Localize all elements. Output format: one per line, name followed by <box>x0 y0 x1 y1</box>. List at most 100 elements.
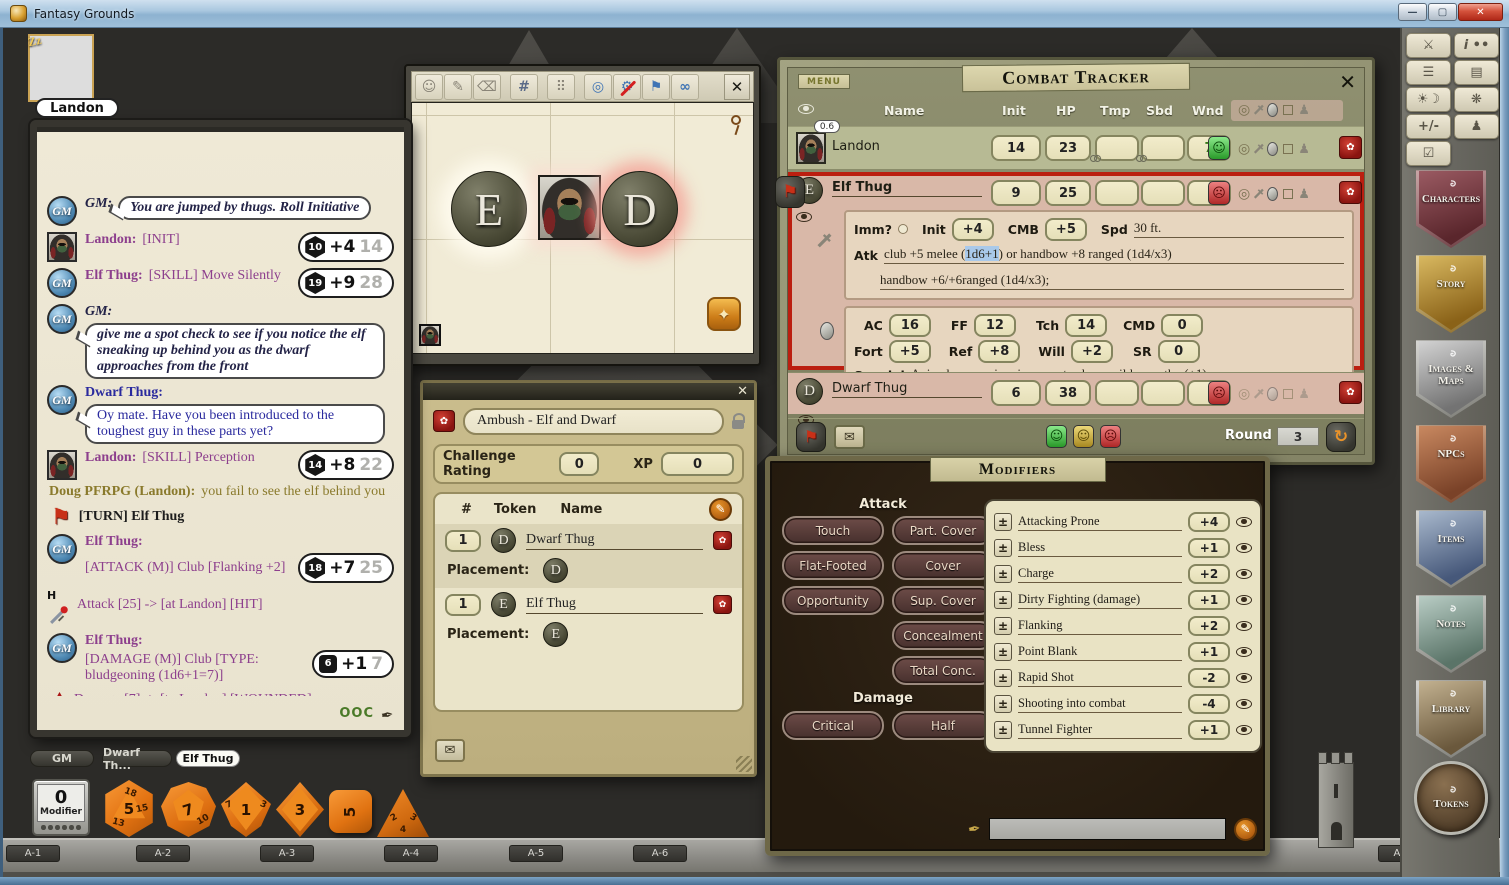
space-icon[interactable] <box>1283 105 1293 115</box>
modifier-name[interactable]: Bless <box>1018 540 1182 557</box>
dice-tower[interactable] <box>1312 748 1360 848</box>
sr-field[interactable]: 0 <box>1158 340 1200 363</box>
modifier-button-concealment[interactable]: Concealment <box>892 621 994 650</box>
friendly-filter-icon[interactable]: ☺ <box>1046 425 1067 448</box>
modifier-value-field[interactable]: -2 <box>1188 668 1230 688</box>
sidebar-button-items[interactable]: Items <box>1416 508 1486 588</box>
space-icon[interactable] <box>1283 189 1293 199</box>
npc-name-field[interactable]: Dwarf Thug <box>526 532 703 550</box>
disable-gear-icon[interactable]: ⚙ <box>613 74 641 100</box>
character-walk-icon[interactable]: ♟ <box>1454 114 1499 139</box>
dwarf-map-token[interactable]: D <box>602 171 678 247</box>
modifier-button-touch[interactable]: Touch <box>782 516 884 545</box>
d10-die[interactable]: 1 7 3 <box>221 782 271 837</box>
npc-link-button[interactable]: ✿ <box>713 595 732 614</box>
targeting-icon[interactable]: ◎ <box>1238 387 1250 401</box>
placement-token[interactable]: D <box>543 558 568 583</box>
modifiers-plus-minus-icon[interactable]: +/- <box>1406 114 1451 139</box>
map-pin-icon[interactable] <box>731 115 741 125</box>
fort-field[interactable]: +5 <box>889 340 931 363</box>
mask-pointer-icon[interactable]: ☺ <box>415 74 443 100</box>
hotkey-slot[interactable]: A-5 <box>509 845 563 862</box>
menu-button[interactable]: MENU <box>798 74 850 89</box>
challenge-rating-field[interactable]: 0 <box>559 452 599 476</box>
sidebar-button-tokens[interactable]: Tokens <box>1414 761 1488 835</box>
map-corner-portrait[interactable] <box>419 324 441 346</box>
hotkey-slot[interactable]: A-3 <box>260 845 314 862</box>
modifier-button-partial-cover[interactable]: Part. Cover <box>892 516 994 545</box>
visibility-toggle[interactable] <box>1236 569 1252 579</box>
attack-icon[interactable]: † <box>1251 103 1266 118</box>
lighting-icon[interactable]: ☀☽ <box>1406 87 1451 112</box>
d4-die[interactable]: 2 3 4 <box>377 789 429 837</box>
cmb-field[interactable]: +5 <box>1045 218 1087 241</box>
npc-link-button[interactable]: ✿ <box>1339 181 1362 204</box>
visibility-toggle[interactable] <box>1236 517 1252 527</box>
tch-field[interactable]: 14 <box>1065 314 1107 337</box>
plus-minus-icon[interactable]: ± <box>994 565 1012 583</box>
character-portrait[interactable]: Zz <box>28 34 94 102</box>
edit-modifiers-button[interactable]: ✎ <box>1234 818 1257 841</box>
attack-line-field[interactable]: club +5 melee (1d6+1) or handbow +8 rang… <box>884 246 1344 264</box>
sidebar-button-story[interactable]: Story <box>1416 253 1486 333</box>
attack-icon[interactable]: † <box>1251 187 1266 202</box>
plus-minus-icon[interactable]: ± <box>994 695 1012 713</box>
modifier-button-critical[interactable]: Critical <box>782 711 884 740</box>
edit-list-button[interactable]: ✎ <box>709 498 732 521</box>
modifier-value-field[interactable]: +1 <box>1188 590 1230 610</box>
encounter-name-field[interactable]: Ambush - Elf and Dwarf <box>463 408 724 435</box>
plus-minus-icon[interactable]: ± <box>994 721 1012 739</box>
map-canvas[interactable]: E D ✦ <box>411 102 754 354</box>
ref-field[interactable]: +8 <box>978 340 1020 363</box>
will-field[interactable]: +2 <box>1071 340 1113 363</box>
hp-field[interactable]: 38 <box>1045 380 1091 406</box>
chat-quill-icon[interactable]: ✒ <box>380 705 395 725</box>
npc-count-field[interactable]: 1 <box>445 530 481 552</box>
hotkey-slot[interactable]: A-4 <box>384 845 438 862</box>
effects-swords-icon[interactable]: ⚔ <box>1406 33 1451 58</box>
modifier-name[interactable]: Flanking <box>1018 618 1182 635</box>
encounter-titlebar[interactable]: ✕ <box>423 383 754 400</box>
tracker-envelope-button[interactable]: ✉ <box>834 425 865 449</box>
space-icon[interactable] <box>1283 144 1293 154</box>
modifier-button-superior-cover[interactable]: Sup. Cover <box>892 586 994 615</box>
ac-field[interactable]: 16 <box>889 314 931 337</box>
sidebar-button-notes[interactable]: Notes <box>1416 593 1486 673</box>
chat-tab-gm[interactable]: GM <box>30 750 94 767</box>
init-field[interactable]: 14 <box>991 135 1041 161</box>
visibility-toggle[interactable] <box>1236 725 1252 735</box>
hp-field[interactable]: 23 <box>1045 135 1091 161</box>
hotkey-slot[interactable]: A-1 <box>6 845 60 862</box>
immune-radio[interactable] <box>898 224 908 234</box>
encounter-link-button[interactable]: ✿ <box>433 410 455 432</box>
next-turn-flag-button[interactable]: ⚑ <box>796 422 826 452</box>
reach-icon[interactable]: ♟ <box>1298 388 1310 401</box>
visibility-toggle[interactable] <box>1236 621 1252 631</box>
draw-pencil-icon[interactable]: ✎ <box>444 74 472 100</box>
reach-icon[interactable]: ♟ <box>1298 104 1310 117</box>
party-info-icon[interactable]: i •• <box>1454 33 1499 58</box>
snap-grid-icon[interactable]: ⠿ <box>547 74 575 100</box>
npc-link-button[interactable]: ✿ <box>1339 381 1362 404</box>
attack-icon[interactable]: † <box>1251 387 1266 402</box>
targeting-icon[interactable]: ◎ <box>1238 103 1250 117</box>
attack-icon[interactable]: † <box>1251 142 1266 157</box>
tracker-row-landon[interactable]: 0.6 Landon 14 23 7 ☺ ◎ † ♟ ✿ <box>788 126 1364 170</box>
sidebar-button-characters[interactable]: Characters <box>1416 168 1486 248</box>
npc-link-button[interactable]: ✿ <box>713 531 732 550</box>
modifier-button-half[interactable]: Half <box>892 711 994 740</box>
combatant-name-field[interactable]: Dwarf Thug <box>832 381 982 398</box>
tmp-field[interactable] <box>1095 135 1139 161</box>
modifier-button-total-concealment[interactable]: Total Conc. <box>892 656 994 685</box>
defense-icon[interactable] <box>1267 387 1278 401</box>
grid-icon[interactable]: # <box>510 74 538 100</box>
modifier-value-field[interactable]: +2 <box>1188 616 1230 636</box>
options-list-icon[interactable]: ☰ <box>1406 60 1451 85</box>
landon-map-token[interactable] <box>538 175 601 240</box>
init-field[interactable]: 9 <box>991 180 1041 206</box>
visibility-toggle[interactable] <box>796 212 812 222</box>
sbd-field[interactable] <box>1141 180 1185 206</box>
hotkey-slot[interactable]: A-2 <box>136 845 190 862</box>
hp-field[interactable]: 25 <box>1045 180 1091 206</box>
combatant-name-field[interactable]: Elf Thug <box>832 180 982 197</box>
